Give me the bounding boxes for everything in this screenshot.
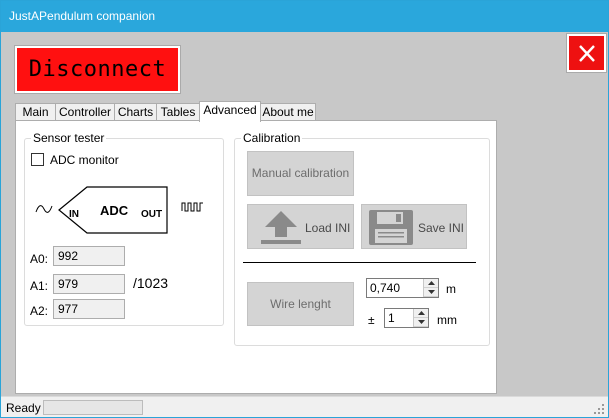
wire-length-input[interactable]: 0,740 <box>366 278 439 298</box>
adc-max-label: /1023 <box>133 275 169 291</box>
adc-monitor-label: ADC monitor <box>50 153 119 167</box>
upload-icon <box>261 211 301 244</box>
calibration-divider <box>243 262 476 263</box>
status-bar: Ready <box>1 396 608 417</box>
adc-center-label: ADC <box>100 203 129 218</box>
tolerance-spinner[interactable] <box>413 309 428 327</box>
spin-up-button[interactable] <box>414 309 428 318</box>
sensor-tester-group: Sensor tester ADC monitor IN ADC OUT A0:… <box>24 131 224 326</box>
channel-a2-label: A2: <box>30 304 49 318</box>
adc-diagram: IN ADC OUT <box>35 186 203 234</box>
advanced-tab-panel: Sensor tester ADC monitor IN ADC OUT A0:… <box>15 120 497 394</box>
manual-calibration-button[interactable]: Manual calibration <box>247 151 354 196</box>
tolerance-unit: mm <box>437 313 457 327</box>
arrow-up-icon <box>428 281 435 285</box>
tolerance-input[interactable]: 1 <box>384 308 429 328</box>
tab-charts[interactable]: Charts <box>114 103 157 121</box>
load-ini-label: Load INI <box>305 221 351 235</box>
channel-a0-value: 992 <box>53 246 125 266</box>
tab-tables[interactable]: Tables <box>156 103 200 121</box>
channel-a1-label: A1: <box>30 279 49 293</box>
resize-grip-icon[interactable] <box>594 404 605 415</box>
tab-main[interactable]: Main <box>15 103 56 121</box>
window-title: JustAPendulum companion <box>9 9 156 23</box>
status-text: Ready <box>6 401 41 415</box>
channel-a1-value: 979 <box>53 274 125 294</box>
adc-monitor-checkbox[interactable] <box>31 153 44 166</box>
wire-length-spinner[interactable] <box>423 279 438 297</box>
app-window: JustAPendulum companion Disconnect Main … <box>0 0 609 418</box>
title-bar: JustAPendulum companion <box>1 1 608 32</box>
wire-length-button[interactable]: Wire lenght <box>247 282 354 326</box>
status-progress-bar <box>43 400 143 415</box>
tab-controller[interactable]: Controller <box>55 103 115 121</box>
floppy-save-icon <box>369 210 413 245</box>
digital-wave-icon <box>181 202 203 212</box>
arrow-down-icon <box>418 320 425 324</box>
channel-a0-label: A0: <box>30 252 49 266</box>
close-icon <box>579 45 595 62</box>
channel-a2-value: 977 <box>53 299 125 319</box>
spin-down-button[interactable] <box>414 318 428 327</box>
spin-up-button[interactable] <box>424 279 438 288</box>
disconnect-button[interactable]: Disconnect <box>14 45 181 94</box>
load-ini-button[interactable]: Load INI <box>247 204 354 249</box>
spin-down-button[interactable] <box>424 288 438 297</box>
wire-length-value: 0,740 <box>370 281 401 295</box>
wire-length-unit: m <box>446 282 456 296</box>
calibration-title: Calibration <box>241 131 303 145</box>
tolerance-value: 1 <box>388 311 395 325</box>
close-button[interactable] <box>566 33 607 73</box>
arrow-up-icon <box>418 311 425 315</box>
save-ini-label: Save INI <box>418 221 465 235</box>
tab-about-me[interactable]: About me <box>260 103 316 121</box>
sensor-tester-title: Sensor tester <box>31 131 107 145</box>
calibration-group: Calibration Manual calibration Load INI <box>234 131 490 346</box>
tolerance-symbol: ± <box>368 313 375 327</box>
analog-wave-icon <box>35 205 53 213</box>
adc-in-label: IN <box>69 209 79 220</box>
save-ini-button[interactable]: Save INI <box>361 204 467 249</box>
adc-out-label: OUT <box>141 209 162 220</box>
arrow-down-icon <box>428 290 435 294</box>
tab-advanced[interactable]: Advanced <box>199 101 261 122</box>
